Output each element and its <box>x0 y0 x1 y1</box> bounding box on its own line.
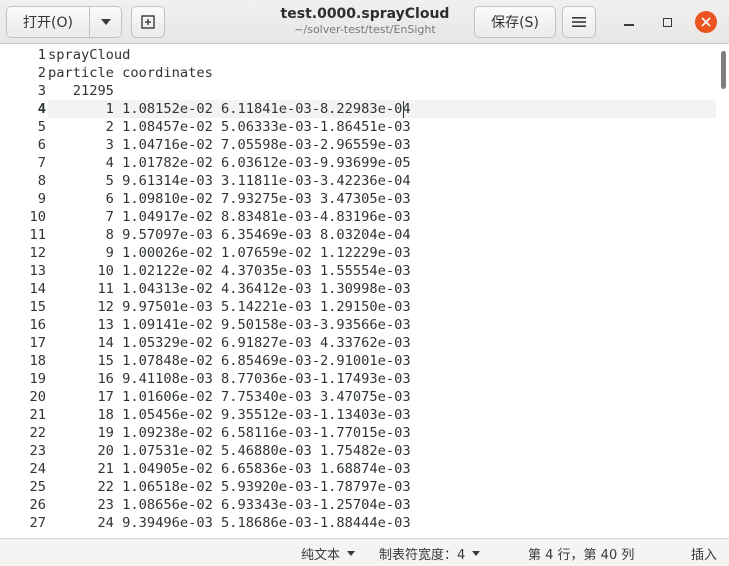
cursor-position-label: 第 4 行，第 40 列 <box>528 547 635 563</box>
line-number: 9 <box>37 191 46 207</box>
text-line[interactable]: 7 1.04917e-02 8.83481e-03-4.83196e-03 <box>48 208 411 226</box>
text-line[interactable]: 15 1.07848e-02 6.85469e-03-2.91001e-03 <box>48 352 410 370</box>
line-number: 19 <box>29 371 46 387</box>
save-button[interactable]: 保存(S) <box>474 6 556 38</box>
line-number: 15 <box>29 299 46 315</box>
save-button-label: 保存(S) <box>491 15 539 31</box>
maximize-button[interactable] <box>656 11 678 33</box>
minimize-icon <box>624 24 634 26</box>
close-button[interactable] <box>695 11 717 33</box>
menu-button[interactable] <box>562 6 596 38</box>
line-number: 23 <box>29 443 46 459</box>
line-number: 21 <box>29 407 46 423</box>
line-number: 2 <box>37 65 46 81</box>
text-line[interactable]: particle coordinates <box>48 64 213 82</box>
line-number: 27 <box>29 515 46 531</box>
close-icon <box>701 17 711 27</box>
text-line[interactable]: sprayCloud <box>48 46 130 64</box>
vertical-scrollbar[interactable] <box>716 45 729 538</box>
line-number: 10 <box>29 209 46 225</box>
text-line[interactable]: 8 9.57097e-03 6.35469e-03 8.03204e-04 <box>48 226 411 244</box>
minimize-button[interactable] <box>618 11 640 33</box>
line-number: 11 <box>29 227 46 243</box>
line-number: 1 <box>37 47 46 63</box>
open-menu-button[interactable] <box>89 6 122 38</box>
text-line[interactable]: 12 9.97501e-03 5.14221e-03 1.29150e-03 <box>48 298 410 316</box>
text-area[interactable]: sprayCloud particle coordinates 21295 1 1… <box>48 45 716 538</box>
text-line[interactable]: 10 1.02122e-02 4.37035e-03 1.55554e-03 <box>48 262 410 280</box>
syntax-mode-selector[interactable]: 纯文本 <box>301 539 356 566</box>
line-number: 4 <box>37 101 46 117</box>
text-line[interactable]: 4 1.01782e-02 6.03612e-03-9.93699e-05 <box>48 154 411 172</box>
line-number: 6 <box>37 137 46 153</box>
text-line[interactable]: 3 1.04716e-02 7.05598e-03-2.96559e-03 <box>48 136 411 154</box>
line-number: 3 <box>37 83 46 99</box>
line-number: 5 <box>37 119 46 135</box>
text-line[interactable]: 20 1.07531e-02 5.46880e-03 1.75482e-03 <box>48 442 410 460</box>
syntax-mode-label: 纯文本 <box>301 547 341 563</box>
line-number: 17 <box>29 335 46 351</box>
text-line[interactable]: 14 1.05329e-02 6.91827e-03 4.33762e-03 <box>48 334 410 352</box>
insert-mode-indicator[interactable]: 插入 <box>691 539 717 566</box>
header-bar: 打开(O) test.0000.sprayCloud ~/solver-test… <box>0 0 729 44</box>
text-line[interactable]: 9 1.00026e-02 1.07659e-02 1.12229e-03 <box>48 244 411 262</box>
chevron-down-icon <box>100 19 111 25</box>
line-number: 25 <box>29 479 46 495</box>
line-number: 26 <box>29 497 46 513</box>
text-line[interactable]: 2 1.08457e-02 5.06333e-03-1.86451e-03 <box>48 118 411 136</box>
line-number: 7 <box>37 155 46 171</box>
chevron-down-icon <box>347 550 356 556</box>
insert-mode-label: 插入 <box>691 547 718 563</box>
text-line[interactable]: 19 1.09238e-02 6.58116e-03-1.77015e-03 <box>48 424 410 442</box>
line-number: 18 <box>29 353 46 369</box>
text-line[interactable]: 22 1.06518e-02 5.93920e-03-1.78797e-03 <box>48 478 410 496</box>
hamburger-menu-icon <box>572 17 586 27</box>
text-line[interactable]: 17 1.01606e-02 7.75340e-03 3.47075e-03 <box>48 388 410 406</box>
text-line[interactable]: 13 1.09141e-02 9.50158e-03-3.93566e-03 <box>48 316 410 334</box>
text-line[interactable]: 1 1.08152e-02 6.11841e-03-8.22983e-04 <box>48 100 411 118</box>
status-bar: 纯文本 制表符宽度：4 第 4 行，第 40 列 插入 <box>0 538 729 566</box>
line-number: 13 <box>29 263 46 279</box>
line-number: 12 <box>29 245 46 261</box>
new-tab-button[interactable] <box>131 6 165 38</box>
text-line[interactable]: 21 1.04905e-02 6.65836e-03 1.68874e-03 <box>48 460 410 478</box>
line-number: 22 <box>29 425 46 441</box>
line-number: 20 <box>29 389 46 405</box>
text-line[interactable]: 23 1.08656e-02 6.93343e-03-1.25704e-03 <box>48 496 410 514</box>
text-line[interactable]: 11 1.04313e-02 4.36412e-03 1.30998e-03 <box>48 280 410 298</box>
line-number: 8 <box>37 173 46 189</box>
new-document-icon <box>141 15 155 29</box>
text-line[interactable]: 5 9.61314e-03 3.11811e-03-3.42236e-04 <box>48 172 411 190</box>
line-number: 14 <box>29 281 46 297</box>
tab-width-label: 制表符宽度：4 <box>379 547 466 563</box>
text-line[interactable]: 24 9.39496e-03 5.18686e-03-1.88444e-03 <box>48 514 410 532</box>
open-button-label: 打开(O) <box>23 15 73 31</box>
line-number: 24 <box>29 461 46 477</box>
text-line[interactable]: 18 1.05456e-02 9.35512e-03-1.13403e-03 <box>48 406 410 424</box>
chevron-down-icon <box>472 550 481 556</box>
maximize-icon <box>662 17 672 27</box>
line-number-gutter: 1 2 3 4 5 6 7 8 9 10 11 12 13 14 15 16 17 18 19 20 21 22 23 24 2… <box>0 45 48 538</box>
editor-view[interactable]: 1 2 3 4 5 6 7 8 9 10 11 12 13 14 15 16 17 18 19 20 21 22 23 24 2… <box>0 45 729 538</box>
line-number: 16 <box>29 317 46 333</box>
scrollbar-thumb[interactable] <box>721 51 726 89</box>
text-line[interactable]: 6 1.09810e-02 7.93275e-03 3.47305e-03 <box>48 190 411 208</box>
text-line[interactable]: 16 9.41108e-03 8.77036e-03-1.17493e-03 <box>48 370 410 388</box>
text-line[interactable]: 21295 <box>48 82 114 100</box>
open-button[interactable]: 打开(O) <box>6 6 90 38</box>
tab-width-selector[interactable]: 制表符宽度：4 <box>379 539 481 566</box>
cursor-position-selector[interactable]: 第 4 行，第 40 列 <box>528 539 634 566</box>
